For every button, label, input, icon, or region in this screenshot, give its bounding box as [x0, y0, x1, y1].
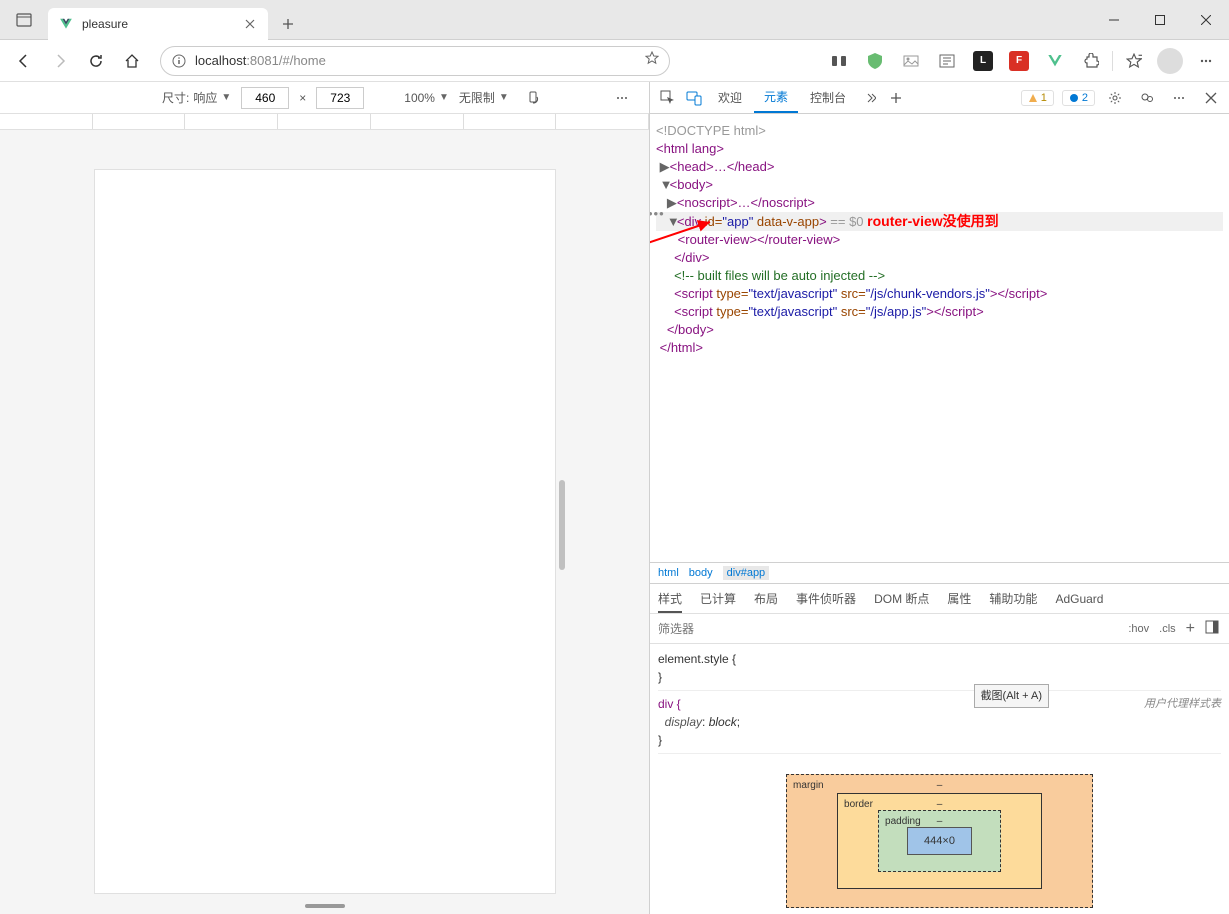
tab-elements[interactable]: 元素	[754, 82, 798, 113]
tab-title: pleasure	[82, 17, 234, 31]
add-rule-button[interactable]: +	[1186, 620, 1195, 638]
ext-icon-1[interactable]	[824, 46, 854, 76]
ruler	[0, 114, 649, 130]
favorite-icon[interactable]	[645, 51, 659, 70]
reload-button[interactable]	[80, 45, 112, 77]
tab-console[interactable]: 控制台	[800, 82, 856, 113]
tab-styles[interactable]: 样式	[658, 590, 682, 613]
filter-input[interactable]	[650, 614, 1118, 643]
device-toolbar: 尺寸: 响应 ▼ × 100% ▼ 无限制 ▼	[0, 82, 649, 114]
tab-computed[interactable]: 已计算	[700, 590, 736, 607]
settings-icon[interactable]	[1103, 86, 1127, 110]
panel-layout-icon[interactable]	[1205, 620, 1219, 637]
selected-line-actions-icon[interactable]: •••	[650, 205, 665, 223]
device-preview-panel: 尺寸: 响应 ▼ × 100% ▼ 无限制 ▼	[0, 82, 650, 914]
screenshot-hint: 截图(Alt + A)	[974, 684, 1049, 708]
main-area: 尺寸: 响应 ▼ × 100% ▼ 无限制 ▼	[0, 82, 1229, 914]
rotate-icon[interactable]	[519, 83, 549, 113]
scrollbar[interactable]	[559, 480, 565, 570]
favorites-icon[interactable]	[1119, 46, 1149, 76]
zoom-dropdown[interactable]: 100%	[404, 91, 435, 105]
throttle-dropdown[interactable]: 无限制	[459, 89, 495, 106]
titlebar: pleasure	[0, 0, 1229, 40]
styles-tabs: 样式 已计算 布局 事件侦听器 DOM 断点 属性 辅助功能 AdGuard	[650, 584, 1229, 614]
hov-toggle[interactable]: :hov	[1128, 623, 1149, 635]
tab-welcome[interactable]: 欢迎	[708, 82, 752, 113]
ext-icon-4[interactable]	[932, 46, 962, 76]
tab-listeners[interactable]: 事件侦听器	[796, 590, 856, 607]
issues-badge[interactable]: 2	[1062, 90, 1095, 106]
annotation-text: router-view没使用到	[867, 213, 998, 229]
tab-list-button[interactable]	[0, 0, 48, 39]
close-button[interactable]	[1183, 0, 1229, 39]
breadcrumb-body[interactable]: body	[689, 567, 713, 579]
minimize-button[interactable]	[1091, 0, 1137, 39]
vue-favicon-icon	[58, 16, 74, 32]
warnings-badge[interactable]: 1	[1021, 90, 1054, 106]
devtools: 欢迎 元素 控制台 1 2 ••• <!DOCTYPE html> <html …	[650, 82, 1229, 914]
more-icon[interactable]	[607, 83, 637, 113]
chevron-down-icon: ▼	[221, 92, 231, 103]
breadcrumb-html[interactable]: html	[658, 567, 679, 579]
tab-dom-breakpoints[interactable]: DOM 断点	[874, 590, 929, 607]
close-devtools-icon[interactable]	[1199, 86, 1223, 110]
extensions-icon[interactable]	[1076, 46, 1106, 76]
url-bar[interactable]: localhost:8081/#/home	[160, 46, 670, 76]
responsive-dropdown[interactable]: 响应	[193, 89, 217, 106]
height-input[interactable]	[316, 87, 364, 109]
chevron-down-icon: ▼	[499, 92, 509, 103]
box-model-content: 444×0	[907, 827, 972, 855]
breadcrumb-app[interactable]: div#app	[723, 566, 770, 580]
breadcrumb: html body div#app	[650, 562, 1229, 584]
elements-panel: ••• <!DOCTYPE html> <html lang> ▶<head>……	[650, 114, 1229, 914]
menu-icon[interactable]	[1191, 46, 1221, 76]
chevron-down-icon: ▼	[439, 92, 449, 103]
profile-avatar[interactable]	[1155, 46, 1185, 76]
box-model: margin– border– padding– 444×0	[658, 758, 1221, 908]
maximize-button[interactable]	[1137, 0, 1183, 39]
new-tab-button[interactable]	[272, 8, 304, 40]
back-button[interactable]	[8, 45, 40, 77]
preview-body	[0, 130, 649, 914]
adguard-icon[interactable]	[860, 46, 890, 76]
address-bar: localhost:8081/#/home L F	[0, 40, 1229, 82]
styles-content[interactable]: element.style { } 用户代理样式表 div { display:…	[650, 644, 1229, 914]
vue-devtools-icon[interactable]	[1040, 46, 1070, 76]
forward-button[interactable]	[44, 45, 76, 77]
browser-tab[interactable]: pleasure	[48, 8, 268, 40]
ext-icon-5[interactable]: L	[968, 46, 998, 76]
ext-icon-6[interactable]: F	[1004, 46, 1034, 76]
device-frame[interactable]	[95, 170, 555, 893]
cls-toggle[interactable]: .cls	[1159, 623, 1176, 635]
url-text: localhost:8081/#/home	[195, 53, 637, 68]
styles-pane: 样式 已计算 布局 事件侦听器 DOM 断点 属性 辅助功能 AdGuard :…	[650, 584, 1229, 914]
filter-bar: :hov .cls +	[650, 614, 1229, 644]
home-button[interactable]	[116, 45, 148, 77]
times-label: ×	[299, 91, 306, 105]
tab-adguard[interactable]: AdGuard	[1055, 592, 1103, 606]
selected-dom-node[interactable]: ▼<div id="app" data-v-app> == $0 router-…	[656, 212, 1223, 231]
add-panel-icon[interactable]	[884, 86, 908, 110]
tab-close-icon[interactable]	[242, 16, 258, 32]
dom-tree[interactable]: ••• <!DOCTYPE html> <html lang> ▶<head>……	[650, 114, 1229, 562]
width-input[interactable]	[241, 87, 289, 109]
tab-accessibility[interactable]: 辅助功能	[989, 590, 1037, 607]
resize-handle[interactable]	[305, 904, 345, 908]
source-label: 用户代理样式表	[1144, 695, 1221, 713]
tab-layout[interactable]: 布局	[754, 590, 778, 607]
window-controls	[1091, 0, 1229, 39]
ext-icon-3[interactable]	[896, 46, 926, 76]
devtools-tabs: 欢迎 元素 控制台 1 2	[650, 82, 1229, 114]
site-info-icon[interactable]	[171, 53, 187, 69]
device-toggle-icon[interactable]	[682, 86, 706, 110]
size-label: 尺寸:	[162, 89, 189, 106]
tab-properties[interactable]: 属性	[947, 590, 971, 607]
menu-icon[interactable]	[1167, 86, 1191, 110]
toolbar-extensions: L F	[824, 46, 1221, 76]
inspect-icon[interactable]	[656, 86, 680, 110]
more-tabs-icon[interactable]	[858, 86, 882, 110]
feedback-icon[interactable]	[1135, 86, 1159, 110]
